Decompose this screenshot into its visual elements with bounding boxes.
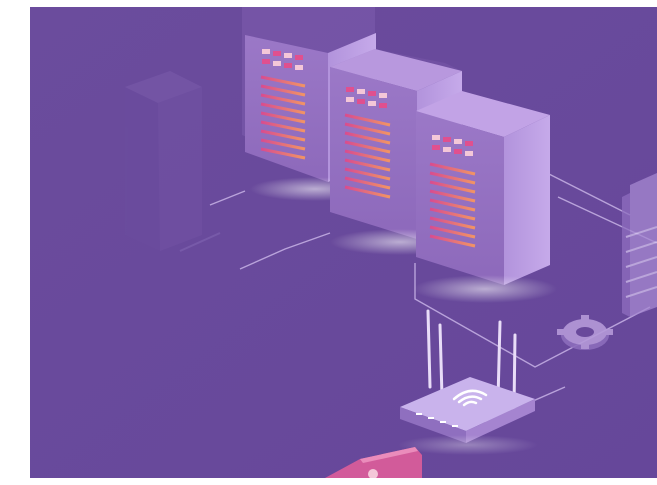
server-room-illustration: [30, 7, 657, 478]
page: [0, 0, 657, 485]
server-stack-icon: [622, 173, 657, 317]
